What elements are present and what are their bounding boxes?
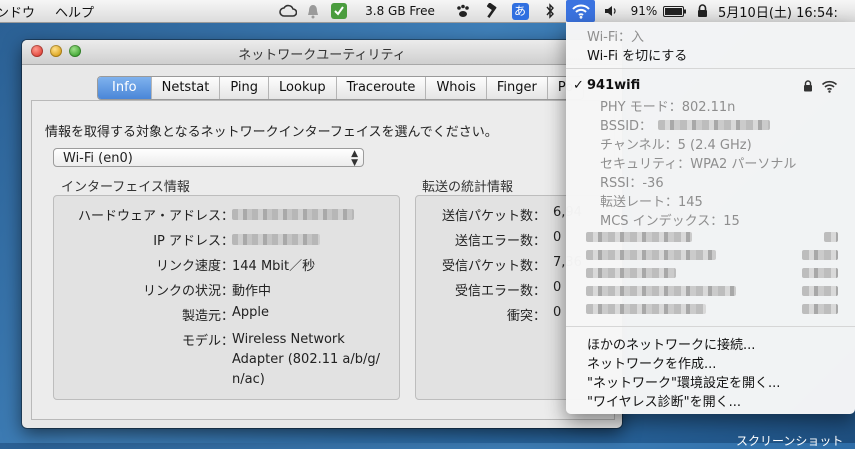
phy-mode: PHY モード：802.11n	[600, 100, 736, 115]
hw-address-value-redacted	[232, 209, 354, 220]
menu-help[interactable]: ヘルプ	[45, 2, 104, 21]
interface-select[interactable]: Wi-Fi (en0) ▲ ▼	[53, 148, 364, 167]
tab-info[interactable]: Info	[98, 77, 152, 99]
wifi-signal-icon	[821, 80, 838, 97]
desktop-file-label[interactable]: スクリーンショット	[736, 432, 843, 449]
interface-info-title: インターフェイス情報	[61, 180, 190, 195]
memory-status[interactable]: 3.8 GB Free	[360, 0, 440, 22]
link-status-label: リンクの状況：	[142, 284, 234, 299]
hw-address-label: ハードウェア・アドレス：	[77, 209, 234, 224]
menu-separator	[566, 326, 855, 327]
title-bar[interactable]: ネットワークユーティリティ	[22, 40, 622, 65]
creative-cloud-icon[interactable]	[277, 0, 299, 22]
interface-info-group: ハードウェア・アドレス： IP アドレス： リンク速度： 144 Mbit／秒 …	[53, 195, 400, 400]
window-title: ネットワークユーティリティ	[238, 48, 406, 63]
redacted-network-icon	[802, 250, 838, 260]
redacted-network-icon	[802, 286, 838, 296]
tab-ping[interactable]: Ping	[220, 77, 270, 99]
network-utility-window: ネットワークユーティリティ Info Netstat Ping Lookup T…	[22, 40, 622, 428]
model-label: モデル：	[181, 334, 234, 349]
battery-percent[interactable]: 91%	[628, 0, 660, 22]
model-value: Wireless Network Adapter (802.11 a/b/g/ …	[232, 332, 381, 387]
rssi: RSSI：-36	[600, 176, 664, 191]
bssid-value-redacted	[658, 120, 770, 130]
receive-errors-value: 0	[553, 280, 562, 295]
join-other-network-item[interactable]: ほかのネットワークに接続...	[587, 334, 755, 353]
hammer-icon[interactable]	[480, 0, 502, 22]
interface-prompt: 情報を取得する対象となるネットワークインターフェイスを選んでください。	[45, 125, 498, 140]
create-network-item[interactable]: ネットワークを作成...	[587, 353, 716, 372]
sync-icon[interactable]	[328, 0, 350, 22]
link-status-value: 動作中	[232, 284, 272, 299]
checkmark-icon: ✓	[573, 78, 584, 93]
ip-address-label: IP アドレス：	[153, 234, 234, 249]
redacted-network-icon	[824, 232, 838, 242]
link-speed-value: 144 Mbit／秒	[232, 259, 316, 274]
bluetooth-icon[interactable]	[540, 0, 560, 22]
info-panel: 情報を取得する対象となるネットワークインターフェイスを選んでください。 Wi-F…	[31, 100, 622, 420]
receive-errors-label: 受信エラー数：	[454, 284, 546, 299]
sent-packets-label: 送信パケット数：	[441, 209, 546, 224]
tab-lookup[interactable]: Lookup	[269, 77, 337, 99]
clock[interactable]: 5月10日(土) 16:54:	[718, 0, 855, 22]
interface-select-value: Wi-Fi (en0)	[63, 151, 133, 166]
input-method-icon[interactable]: あ	[509, 0, 531, 22]
ip-address-value-redacted	[232, 234, 320, 245]
wifi-status-icon[interactable]	[566, 0, 595, 22]
collisions-value: 0	[553, 305, 562, 320]
wifi-menu: Wi-Fi：入 Wi-Fi を切にする ✓ 941wifi PHY モード：80…	[566, 22, 855, 414]
redacted-network[interactable]	[586, 286, 736, 296]
redacted-network-icon	[802, 268, 838, 278]
mcs-index: MCS インデックス：15	[600, 214, 740, 229]
select-arrows-icon: ▲ ▼	[351, 148, 358, 168]
transmit-rate: 転送レート：145	[600, 195, 703, 210]
vendor-label: 製造元：	[181, 309, 234, 324]
volume-icon[interactable]	[600, 0, 622, 22]
wifi-toggle-item[interactable]: Wi-Fi を切にする	[587, 45, 687, 64]
battery-icon[interactable]	[662, 0, 688, 22]
collisions-label: 衝突：	[506, 309, 546, 324]
tab-whois[interactable]: Whois	[426, 77, 487, 99]
bssid-label: BSSID：	[600, 119, 653, 134]
wifi-status: Wi-Fi：入	[587, 30, 645, 45]
redacted-network[interactable]	[586, 304, 706, 314]
open-wireless-diagnostics-item[interactable]: "ワイヤレス診断"を開く...	[587, 391, 741, 410]
redacted-network-icon	[802, 304, 838, 314]
transfer-stats-title: 転送の統計情報	[422, 180, 514, 195]
channel: チャンネル：5 (2.4 GHz)	[600, 138, 752, 153]
send-errors-value: 0	[553, 230, 562, 245]
tab-finger[interactable]: Finger	[487, 77, 548, 99]
redacted-network[interactable]	[586, 250, 716, 260]
vendor-value: Apple	[232, 305, 270, 320]
menu-window[interactable]: ンドウ	[0, 2, 45, 21]
send-errors-label: 送信エラー数：	[454, 234, 546, 249]
input-method-badge: あ	[511, 2, 529, 20]
link-speed-label: リンク速度：	[155, 259, 234, 274]
paw-icon[interactable]	[452, 0, 474, 22]
lock-icon	[803, 80, 813, 96]
security: セキュリティ：WPA2 パーソナル	[600, 157, 797, 172]
network-941wifi[interactable]: 941wifi	[587, 78, 640, 93]
lock-icon[interactable]	[694, 0, 710, 22]
menu-bar: ンドウ ヘルプ 3.8 GB Free あ 91% 5月10日(土) 16:54…	[0, 0, 855, 23]
tab-traceroute[interactable]: Traceroute	[337, 77, 427, 99]
menu-separator	[566, 68, 855, 69]
redacted-network[interactable]	[586, 268, 676, 278]
open-network-prefs-item[interactable]: "ネットワーク"環境設定を開く...	[587, 372, 780, 391]
received-packets-label: 受信パケット数：	[441, 259, 546, 274]
notification-bell-icon[interactable]	[303, 0, 323, 22]
redacted-network[interactable]	[586, 232, 692, 242]
tab-bar: Info Netstat Ping Lookup Traceroute Whoi…	[97, 76, 585, 100]
tab-netstat[interactable]: Netstat	[152, 77, 221, 99]
